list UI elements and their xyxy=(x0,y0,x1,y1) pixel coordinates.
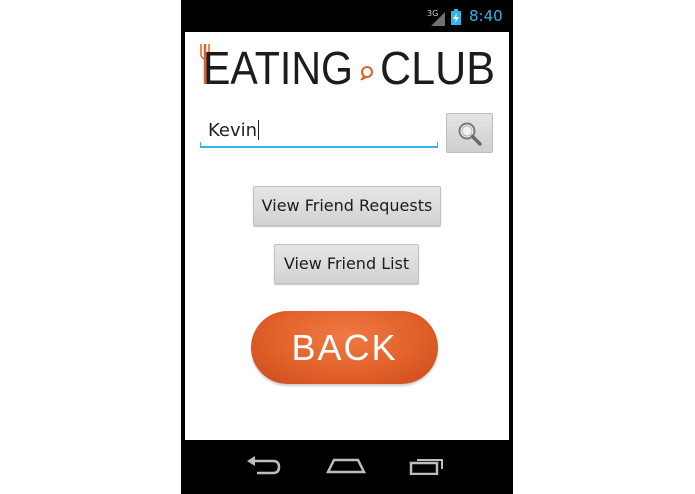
magnifier-icon xyxy=(458,122,482,146)
status-bar: 3G 8:40 xyxy=(181,0,513,32)
search-button[interactable] xyxy=(446,113,493,153)
search-input[interactable]: Kevin xyxy=(200,114,438,148)
search-input-underline xyxy=(200,142,438,148)
signal-icon xyxy=(431,12,445,26)
back-arrow-icon[interactable] xyxy=(247,455,281,475)
search-input-text: Kevin xyxy=(208,120,260,141)
navigation-bar xyxy=(181,440,513,494)
logo-text-club: CLUB xyxy=(380,42,495,90)
status-clock: 8:40 xyxy=(469,7,503,25)
view-friend-list-button[interactable]: View Friend List xyxy=(274,244,419,284)
back-button[interactable]: BACK xyxy=(251,311,438,384)
home-icon[interactable] xyxy=(326,456,366,474)
view-friend-requests-button[interactable]: View Friend Requests xyxy=(253,186,441,226)
battery-charging-icon xyxy=(451,9,461,25)
recent-apps-icon[interactable] xyxy=(409,455,445,475)
text-cursor xyxy=(258,120,260,140)
app-screen: EATING CLUB Kevin View Friend Requests V… xyxy=(185,32,509,440)
speech-bubble-icon xyxy=(360,66,373,81)
phone-frame: 3G 8:40 EATING CLUB Kevin View Friend Re… xyxy=(181,0,513,494)
eating-club-logo: EATING CLUB xyxy=(200,42,495,90)
logo-text-eating: EATING xyxy=(203,42,353,90)
